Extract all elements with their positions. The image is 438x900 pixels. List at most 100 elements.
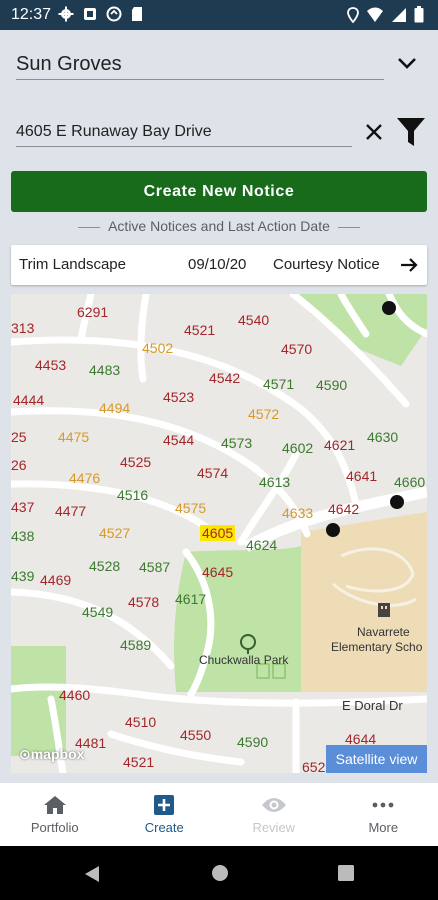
lot-label-l4590a[interactable]: 4590: [316, 377, 347, 393]
lot-label-l4476[interactable]: 4476: [69, 470, 100, 486]
notice-date: 09/10/20: [188, 256, 247, 273]
recent-apps-icon[interactable]: [338, 865, 354, 881]
notice-status: Courtesy Notice: [273, 256, 380, 273]
address-value: 4605 E Runaway Bay Drive: [16, 123, 212, 140]
nav-more-label: More: [368, 820, 399, 835]
lot-label-l4475[interactable]: 4475: [58, 429, 89, 445]
lot-label-l313[interactable]: 313: [11, 320, 34, 336]
lot-label-l4544[interactable]: 4544: [163, 432, 194, 448]
notice-card[interactable]: Trim Landscape 09/10/20 Courtesy Notice: [11, 245, 427, 285]
lot-label-l4521b[interactable]: 4521: [123, 754, 154, 770]
park-label: Chuckwalla Park: [199, 653, 289, 667]
school-label-line-1: Navarrete: [357, 625, 410, 639]
lot-label-l4589[interactable]: 4589: [120, 637, 151, 653]
mapbox-logo-icon: ⊙: [19, 746, 31, 762]
school-label-line-2: Elementary Scho: [331, 640, 423, 654]
lot-label-l4494[interactable]: 4494: [99, 400, 130, 416]
nav-portfolio[interactable]: Portfolio: [0, 783, 110, 846]
add-box-icon: [154, 795, 175, 815]
lot-label-l4550[interactable]: 4550: [180, 727, 211, 743]
address-field[interactable]: 4605 E Runaway Bay Drive: [16, 117, 352, 147]
lot-label-l4527[interactable]: 4527: [99, 525, 130, 541]
lot-label-l4444[interactable]: 4444: [13, 392, 44, 408]
notice-type: Trim Landscape: [19, 256, 126, 273]
lot-label-l4521a[interactable]: 4521: [184, 322, 215, 338]
lot-label-l4587[interactable]: 4587: [139, 559, 170, 575]
create-notice-button[interactable]: Create New Notice: [11, 171, 427, 212]
status-time: 12:37: [11, 6, 52, 23]
lot-label-l6291[interactable]: 6291: [77, 304, 108, 320]
community-select[interactable]: Sun Groves: [16, 50, 384, 80]
section-caption-text: Active Notices and Last Action Date: [108, 218, 330, 234]
lot-label-l437[interactable]: 437: [11, 499, 34, 515]
nav-portfolio-label: Portfolio: [30, 820, 79, 835]
lot-label-l4613[interactable]: 4613: [259, 474, 290, 490]
sync-icon: [106, 6, 122, 22]
bottom-navigation: Portfolio Create Review More: [0, 783, 438, 846]
lot-label-l4630[interactable]: 4630: [367, 429, 398, 445]
lot-label-l4477[interactable]: 4477: [55, 503, 86, 519]
nav-more[interactable]: More: [329, 783, 438, 846]
lot-label-l26[interactable]: 26: [11, 457, 27, 473]
lot-label-l4460[interactable]: 4460: [59, 687, 90, 703]
lot-label-l4540[interactable]: 4540: [238, 312, 269, 328]
lot-label-l438[interactable]: 438: [11, 528, 34, 544]
lot-label-l4645[interactable]: 4645: [202, 564, 233, 580]
lot-label-l4502[interactable]: 4502: [142, 340, 173, 356]
back-icon[interactable]: [84, 865, 100, 883]
mapbox-logo: ⊙mapbox: [19, 746, 84, 763]
lot-label-l4528[interactable]: 4528: [89, 558, 120, 574]
nav-create[interactable]: Create: [110, 783, 220, 846]
lot-label-l4573[interactable]: 4573: [221, 435, 252, 451]
lot-label-l4510[interactable]: 4510: [125, 714, 156, 730]
arrow-right-icon[interactable]: [399, 255, 419, 275]
home-button-icon[interactable]: [210, 863, 230, 883]
lot-label-l4549[interactable]: 4549: [82, 604, 113, 620]
nav-review[interactable]: Review: [219, 783, 329, 846]
lot-label-l4641[interactable]: 4641: [346, 468, 377, 484]
nav-create-label: Create: [144, 820, 184, 835]
divider: [337, 226, 360, 228]
street-label: E Doral Dr: [342, 698, 403, 713]
community-value: Sun Groves: [16, 53, 122, 75]
divider: [78, 226, 101, 228]
lot-label-l4602[interactable]: 4602: [282, 440, 313, 456]
lot-label-l4605[interactable]: 4605: [200, 525, 236, 541]
system-navigation-bar: [0, 846, 438, 900]
section-caption: Active Notices and Last Action Date: [0, 218, 438, 234]
lot-label-l4590b[interactable]: 4590: [237, 734, 268, 750]
lot-label-l4570[interactable]: 4570: [281, 341, 312, 357]
satellite-view-button[interactable]: Satellite view: [326, 745, 427, 773]
lot-label-l4621[interactable]: 4621: [324, 437, 355, 453]
lot-label-l4516[interactable]: 4516: [117, 487, 148, 503]
status-bar: 12:37: [0, 0, 438, 30]
close-icon[interactable]: [364, 122, 384, 142]
lot-label-l4574[interactable]: 4574: [197, 465, 228, 481]
lot-label-l4523[interactable]: 4523: [163, 389, 194, 405]
map-view[interactable]: 6291 313 4521 4540 4502 4570 4453 4483 4542 4571 4…: [11, 294, 427, 773]
lot-label-l4660[interactable]: 4660: [394, 474, 425, 490]
lot-label-l4617[interactable]: 4617: [175, 591, 206, 607]
filter-icon[interactable]: [396, 116, 426, 148]
lot-label-l4542[interactable]: 4542: [209, 370, 240, 386]
lot-label-l4572[interactable]: 4572: [248, 406, 279, 422]
lot-label-l25[interactable]: 25: [11, 429, 27, 445]
lot-label-l4642[interactable]: 4642: [328, 501, 359, 517]
notification-icon: [84, 8, 96, 20]
lot-label-l652[interactable]: 652: [302, 759, 325, 773]
lot-label-l4525[interactable]: 4525: [120, 454, 151, 470]
settings-icon: [58, 6, 74, 22]
chevron-down-icon[interactable]: [396, 52, 418, 74]
lot-label-l4633[interactable]: 4633: [282, 505, 313, 521]
lot-label-l4624[interactable]: 4624: [246, 537, 277, 553]
lot-label-l4469[interactable]: 4469: [40, 572, 71, 588]
lot-label-l4453[interactable]: 4453: [35, 357, 66, 373]
lot-label-l439[interactable]: 439: [11, 568, 34, 584]
lot-label-l4578[interactable]: 4578: [128, 594, 159, 610]
home-icon: [43, 796, 66, 814]
eye-icon: [261, 798, 286, 812]
mapbox-attribution: mapbox: [30, 746, 85, 762]
lot-label-l4571[interactable]: 4571: [263, 376, 294, 392]
lot-label-l4575[interactable]: 4575: [175, 500, 206, 516]
lot-label-l4483[interactable]: 4483: [89, 362, 120, 378]
